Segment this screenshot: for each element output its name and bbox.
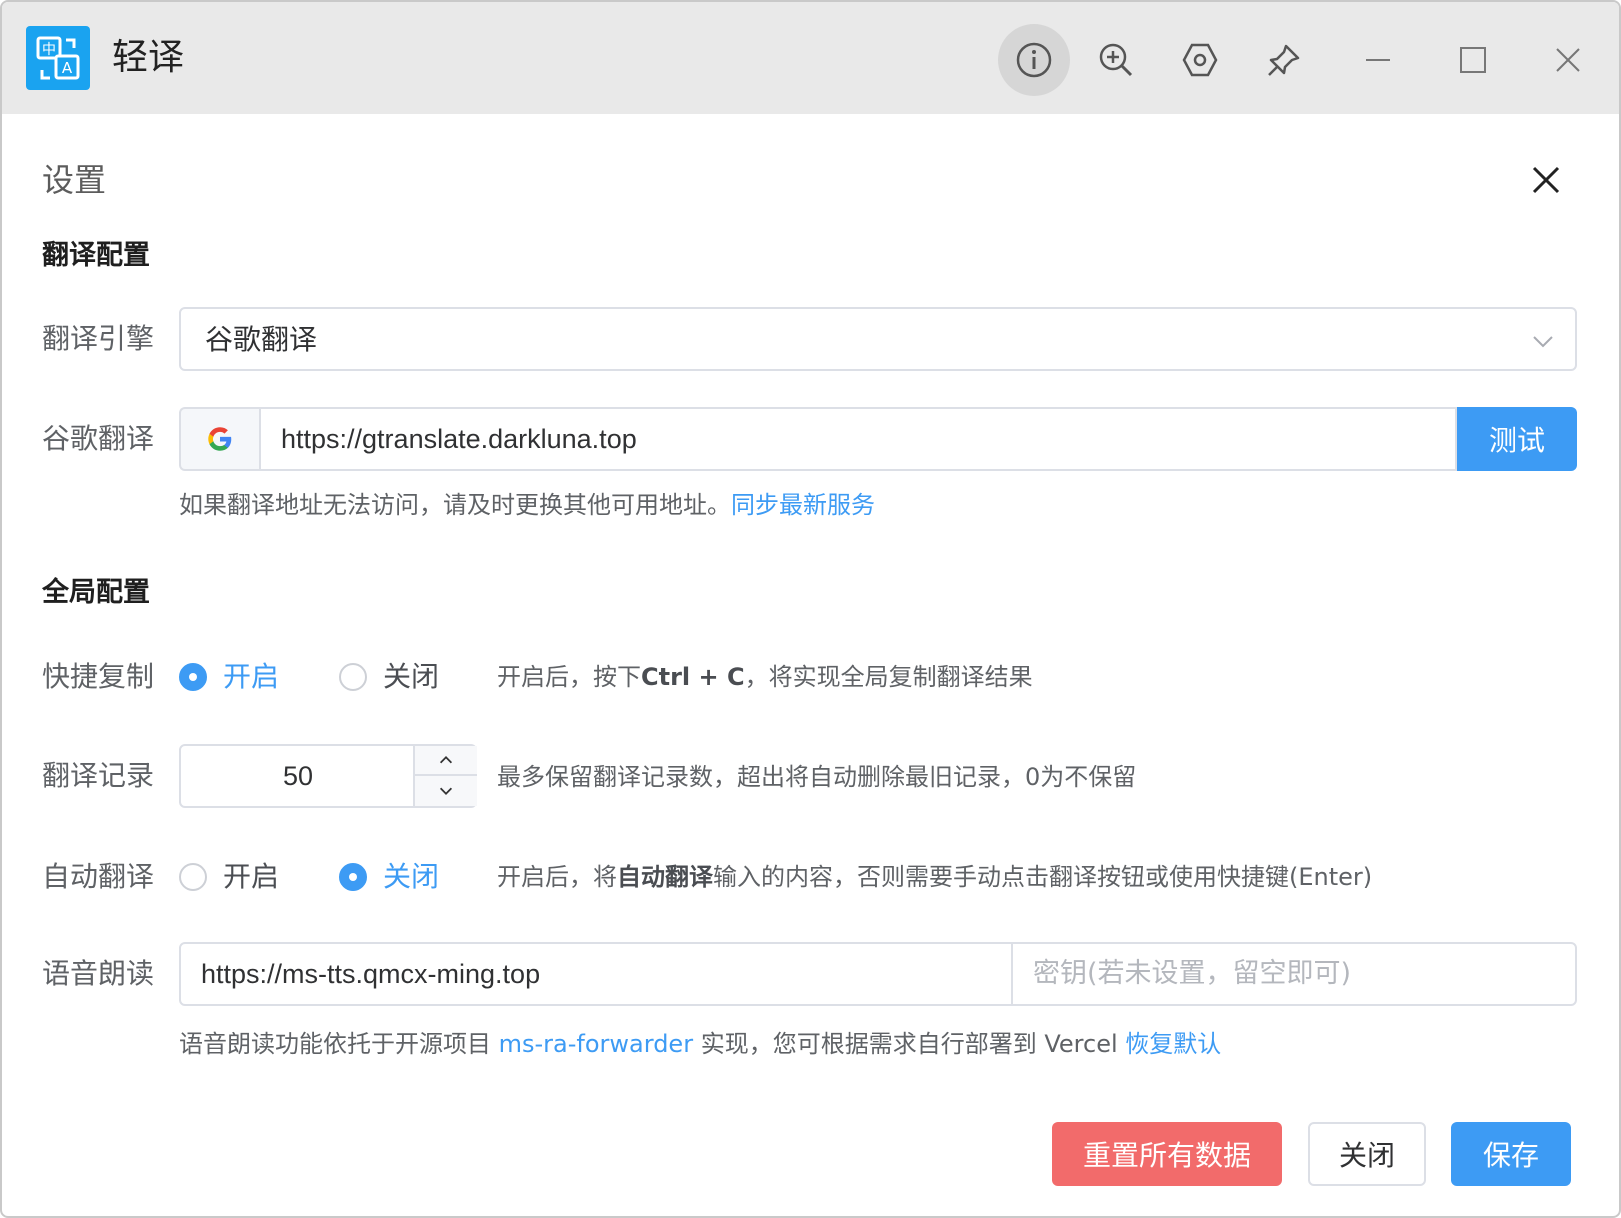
auto-translate-off-radio[interactable]: 关闭 (339, 857, 439, 897)
quick-copy-off-label: 关闭 (383, 660, 440, 693)
tts-label: 语音朗读 (42, 957, 155, 990)
translate-section-title: 翻译配置 (42, 240, 150, 271)
quick-copy-desc-shortcut: Ctrl + C (641, 663, 745, 691)
quick-copy-on-radio[interactable]: 开启 (179, 657, 279, 697)
info-icon[interactable] (998, 24, 1070, 96)
tts-url-input[interactable]: https://ms-tts.qmcx-ming.top (179, 942, 1013, 1006)
auto-translate-label: 自动翻译 (42, 860, 155, 893)
history-stepper[interactable]: 50 (179, 744, 477, 808)
dialog-close-icon[interactable] (1526, 160, 1566, 200)
settings-hexagon-icon[interactable] (1164, 24, 1236, 96)
maximize-icon[interactable] (1437, 24, 1509, 96)
restore-default-link[interactable]: 恢复默认 (1125, 1030, 1221, 1058)
engine-select-value: 谷歌翻译 (205, 323, 318, 356)
quick-copy-off-radio[interactable]: 关闭 (339, 657, 439, 697)
radio-dot (179, 663, 207, 691)
history-label: 翻译记录 (42, 759, 155, 792)
google-g-icon (179, 407, 259, 471)
tts-hint-prefix: 语音朗读功能依托于开源项目 (179, 1030, 491, 1058)
close-button[interactable]: 关闭 (1308, 1122, 1426, 1186)
app-window: 中 A 轻译 设置 翻译配置 翻译引擎 谷歌翻译 谷歌翻译 https://gt… (0, 0, 1621, 1218)
auto-translate-desc-bold: 自动翻译 (617, 863, 713, 891)
minimize-icon[interactable] (1342, 24, 1414, 96)
tts-hint: 语音朗读功能依托于开源项目 ms-ra-forwarder 实现，您可根据需求自… (179, 1026, 1221, 1062)
auto-translate-on-label: 开启 (223, 860, 280, 893)
global-section-title: 全局配置 (42, 577, 150, 608)
save-button[interactable]: 保存 (1451, 1122, 1571, 1186)
tts-key-input[interactable]: 密钥(若未设置，留空即可) (1011, 942, 1577, 1006)
quick-copy-on-label: 开启 (223, 660, 280, 693)
engine-label: 翻译引擎 (42, 322, 155, 355)
auto-translate-desc-prefix: 开启后，将 (497, 863, 617, 891)
history-count-input[interactable]: 50 (181, 746, 415, 806)
svg-text:A: A (62, 59, 73, 77)
google-url-input[interactable]: https://gtranslate.darkluna.top (259, 407, 1457, 471)
title-bar[interactable]: 中 A 轻译 (2, 2, 1619, 114)
sync-services-link[interactable]: 同步最新服务 (731, 491, 875, 519)
close-icon[interactable] (1532, 24, 1604, 96)
stepper-down-icon[interactable] (415, 776, 477, 806)
chevron-down-icon (1533, 336, 1553, 348)
history-desc: 最多保留翻译记录数，超出将自动删除最旧记录，0为不保留 (497, 763, 1137, 791)
auto-translate-on-radio[interactable]: 开启 (179, 857, 279, 897)
radio-dot (179, 863, 207, 891)
quick-copy-desc: 开启后，按下Ctrl + C，将实现全局复制翻译结果 (497, 659, 1033, 695)
stepper-up-icon[interactable] (415, 746, 477, 776)
pin-icon[interactable] (1248, 24, 1320, 96)
google-url-group: https://gtranslate.darkluna.top 测试 (179, 407, 1577, 471)
radio-dot (339, 863, 367, 891)
auto-translate-desc: 开启后，将自动翻译输入的内容，否则需要手动点击翻译按钮或使用快捷键(Enter) (497, 859, 1372, 895)
zoom-in-icon[interactable] (1080, 24, 1152, 96)
test-button[interactable]: 测试 (1457, 407, 1577, 471)
stepper-arrows (413, 746, 477, 806)
ms-ra-forwarder-link[interactable]: ms-ra-forwarder (499, 1030, 693, 1058)
tts-group: https://ms-tts.qmcx-ming.top 密钥(若未设置，留空即… (179, 942, 1577, 1006)
auto-translate-desc-suffix: 输入的内容，否则需要手动点击翻译按钮或使用快捷键(Enter) (713, 863, 1373, 891)
google-url-label: 谷歌翻译 (42, 422, 155, 455)
quick-copy-desc-prefix: 开启后，按下 (497, 663, 641, 691)
svg-text:中: 中 (42, 42, 56, 58)
translate-app-icon: 中 A (26, 26, 90, 90)
google-url-hint-text: 如果翻译地址无法访问，请及时更换其他可用地址。 (179, 491, 731, 519)
quick-copy-desc-suffix: ，将实现全局复制翻译结果 (744, 663, 1033, 691)
radio-dot (339, 663, 367, 691)
reset-all-data-button[interactable]: 重置所有数据 (1052, 1122, 1282, 1186)
google-url-hint: 如果翻译地址无法访问，请及时更换其他可用地址。同步最新服务 (179, 487, 875, 523)
tts-hint-middle: 实现，您可根据需求自行部署到 Vercel (700, 1030, 1118, 1058)
quick-copy-label: 快捷复制 (42, 660, 155, 693)
auto-translate-off-label: 关闭 (383, 860, 440, 893)
dialog-title: 设置 (42, 161, 107, 199)
engine-select[interactable]: 谷歌翻译 (179, 307, 1577, 371)
app-title: 轻译 (112, 37, 185, 78)
